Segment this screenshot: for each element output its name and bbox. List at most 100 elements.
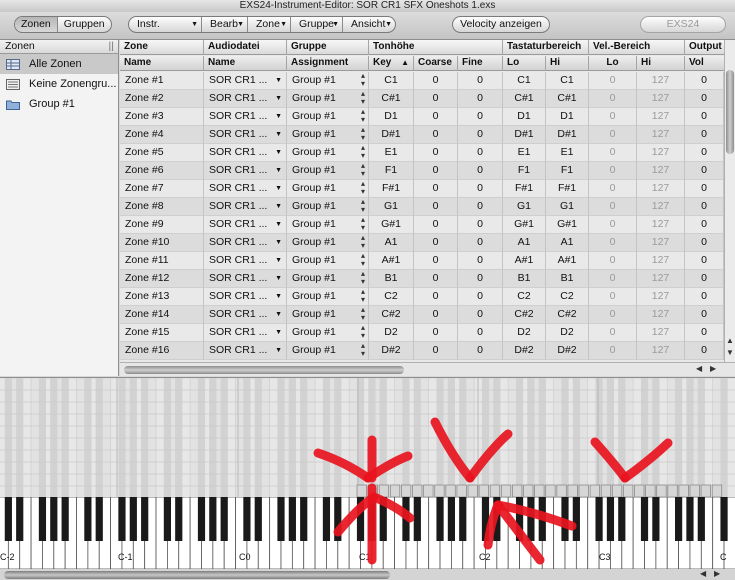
cell-vel-hi[interactable]: 127 bbox=[637, 198, 685, 216]
zone-block[interactable] bbox=[434, 484, 445, 498]
col-zone-name[interactable]: Name bbox=[120, 56, 204, 71]
black-key[interactable] bbox=[447, 497, 455, 541]
col-fine[interactable]: Fine bbox=[458, 56, 503, 71]
table-row[interactable]: Zone #13 SOR CR1 ... ▼ Group #1 ▴ ▾ C2 0 0 C2 C2 0 1… bbox=[120, 288, 724, 306]
chevron-down-icon[interactable]: ▼ bbox=[275, 162, 282, 179]
chevron-down-icon[interactable]: ▼ bbox=[275, 288, 282, 305]
black-key[interactable] bbox=[277, 497, 285, 541]
zone-block[interactable] bbox=[556, 484, 567, 498]
cell-key-hi[interactable]: B1 bbox=[546, 270, 589, 288]
col-vol[interactable]: Vol bbox=[685, 56, 724, 71]
black-key[interactable] bbox=[436, 497, 444, 541]
cell-key[interactable]: C1 bbox=[369, 72, 414, 90]
table-row[interactable]: Zone #16 SOR CR1 ... ▼ Group #1 ▴ ▾ D#2 0 0 D#2 D#… bbox=[120, 342, 724, 360]
cell-fine[interactable]: 0 bbox=[458, 108, 503, 126]
cell-fine[interactable]: 0 bbox=[458, 162, 503, 180]
chevron-down-icon[interactable]: ▼ bbox=[275, 72, 282, 89]
zone-block[interactable] bbox=[367, 484, 379, 498]
cell-key[interactable]: F#1 bbox=[369, 180, 414, 198]
cell-coarse[interactable]: 0 bbox=[414, 252, 458, 270]
cell-fine[interactable]: 0 bbox=[458, 144, 503, 162]
zone-block[interactable] bbox=[600, 484, 612, 498]
chevron-down-icon[interactable]: ▼ bbox=[275, 234, 282, 251]
cell-key-hi[interactable]: G1 bbox=[546, 198, 589, 216]
cell-key-lo[interactable]: F#1 bbox=[503, 180, 546, 198]
black-key[interactable] bbox=[129, 497, 137, 541]
table-vertical-scrollbar[interactable]: ▲ ▼ bbox=[724, 40, 735, 362]
cell-audio-file[interactable]: SOR CR1 ... ▼ bbox=[204, 144, 287, 162]
cell-audio-file[interactable]: SOR CR1 ... ▼ bbox=[204, 234, 287, 252]
zone-block[interactable] bbox=[423, 484, 434, 498]
zone-block[interactable] bbox=[611, 484, 623, 498]
cell-vel-hi[interactable]: 127 bbox=[637, 216, 685, 234]
table-row[interactable]: Zone #10 SOR CR1 ... ▼ Group #1 ▴ ▾ A1 0 0 A1 A1 0 1… bbox=[120, 234, 724, 252]
stepper-arrows-icon[interactable]: ▴ ▾ bbox=[361, 180, 365, 196]
black-key[interactable] bbox=[618, 497, 626, 541]
cell-vel-lo[interactable]: 0 bbox=[589, 90, 637, 108]
cell-coarse[interactable]: 0 bbox=[414, 234, 458, 252]
table-row[interactable]: Zone #6 SOR CR1 ... ▼ Group #1 ▴ ▾ F1 0 0 F1 F1 0 12… bbox=[120, 162, 724, 180]
table-row[interactable]: Zone #4 SOR CR1 ... ▼ Group #1 ▴ ▾ D#1 0 0 D#1 D#1… bbox=[120, 126, 724, 144]
cell-fine[interactable]: 0 bbox=[458, 198, 503, 216]
zone-block[interactable] bbox=[589, 484, 600, 498]
cell-vel-lo[interactable]: 0 bbox=[589, 144, 637, 162]
cell-key-hi[interactable]: C1 bbox=[546, 72, 589, 90]
cell-vol[interactable]: 0 bbox=[685, 126, 724, 144]
stepper-arrows-icon[interactable]: ▴ ▾ bbox=[361, 144, 365, 160]
zone-block[interactable] bbox=[689, 484, 700, 498]
cell-fine[interactable]: 0 bbox=[458, 126, 503, 144]
cell-vel-hi[interactable]: 127 bbox=[637, 126, 685, 144]
black-key[interactable] bbox=[481, 497, 490, 541]
col-audio-name[interactable]: Name bbox=[204, 56, 287, 71]
cell-key-lo[interactable]: F1 bbox=[503, 162, 546, 180]
cell-key-hi[interactable]: A#1 bbox=[546, 252, 589, 270]
zone-block[interactable] bbox=[412, 484, 423, 498]
chevron-down-icon[interactable]: ▼ bbox=[275, 306, 282, 323]
cell-vol[interactable]: 0 bbox=[685, 216, 724, 234]
cell-vel-lo[interactable]: 0 bbox=[589, 126, 637, 144]
cell-audio-file[interactable]: SOR CR1 ... ▼ bbox=[204, 180, 287, 198]
stepper-arrows-icon[interactable]: ▴ ▾ bbox=[361, 126, 365, 142]
black-key[interactable] bbox=[402, 497, 410, 541]
black-key[interactable] bbox=[38, 497, 47, 541]
cell-key-hi[interactable]: A1 bbox=[546, 234, 589, 252]
cell-key[interactable]: A#1 bbox=[369, 252, 414, 270]
sidebar-item-keine-zonengruppe[interactable]: Keine Zonengru... bbox=[0, 74, 118, 94]
cell-vel-lo[interactable]: 0 bbox=[589, 180, 637, 198]
cell-audio-file[interactable]: SOR CR1 ... ▼ bbox=[204, 198, 287, 216]
menu-instr[interactable]: Instr. ▼ bbox=[129, 17, 202, 32]
cell-group-assignment[interactable]: Group #1 ▴ ▾ bbox=[287, 270, 369, 288]
stepper-arrows-icon[interactable]: ▴ ▾ bbox=[361, 108, 365, 124]
cell-key-hi[interactable]: C#1 bbox=[546, 90, 589, 108]
cell-vel-lo[interactable]: 0 bbox=[589, 306, 637, 324]
cell-fine[interactable]: 0 bbox=[458, 216, 503, 234]
cell-key-lo[interactable]: C1 bbox=[503, 72, 546, 90]
zone-map-area[interactable] bbox=[0, 377, 735, 499]
cell-vel-lo[interactable]: 0 bbox=[589, 252, 637, 270]
cell-group-assignment[interactable]: Group #1 ▴ ▾ bbox=[287, 144, 369, 162]
cell-vol[interactable]: 0 bbox=[685, 342, 724, 360]
cell-fine[interactable]: 0 bbox=[458, 306, 503, 324]
sidebar-item-group-1[interactable]: Group #1 bbox=[0, 94, 118, 114]
velocity-anzeigen-button[interactable]: Velocity anzeigen bbox=[452, 16, 550, 33]
black-key[interactable] bbox=[527, 497, 535, 541]
chevron-down-icon[interactable]: ▼ bbox=[275, 126, 282, 143]
cell-fine[interactable]: 0 bbox=[458, 288, 503, 306]
black-key[interactable] bbox=[95, 497, 103, 541]
col-coarse[interactable]: Coarse bbox=[414, 56, 458, 71]
black-key[interactable] bbox=[515, 497, 524, 541]
zone-block[interactable] bbox=[645, 484, 656, 498]
stepper-arrows-icon[interactable]: ▴ ▾ bbox=[361, 162, 365, 178]
cell-group-assignment[interactable]: Group #1 ▴ ▾ bbox=[287, 324, 369, 342]
cell-vel-hi[interactable]: 127 bbox=[637, 252, 685, 270]
cell-key-hi[interactable]: C#2 bbox=[546, 306, 589, 324]
black-key[interactable] bbox=[675, 497, 683, 541]
black-key[interactable] bbox=[595, 497, 603, 541]
cell-coarse[interactable]: 0 bbox=[414, 306, 458, 324]
cell-vel-hi[interactable]: 127 bbox=[637, 144, 685, 162]
table-row[interactable]: Zone #5 SOR CR1 ... ▼ Group #1 ▴ ▾ E1 0 0 E1 E1 0 12… bbox=[120, 144, 724, 162]
cell-audio-file[interactable]: SOR CR1 ... ▼ bbox=[204, 126, 287, 144]
black-key[interactable] bbox=[197, 497, 206, 541]
cell-key-hi[interactable]: D2 bbox=[546, 324, 589, 342]
cell-vol[interactable]: 0 bbox=[685, 162, 724, 180]
